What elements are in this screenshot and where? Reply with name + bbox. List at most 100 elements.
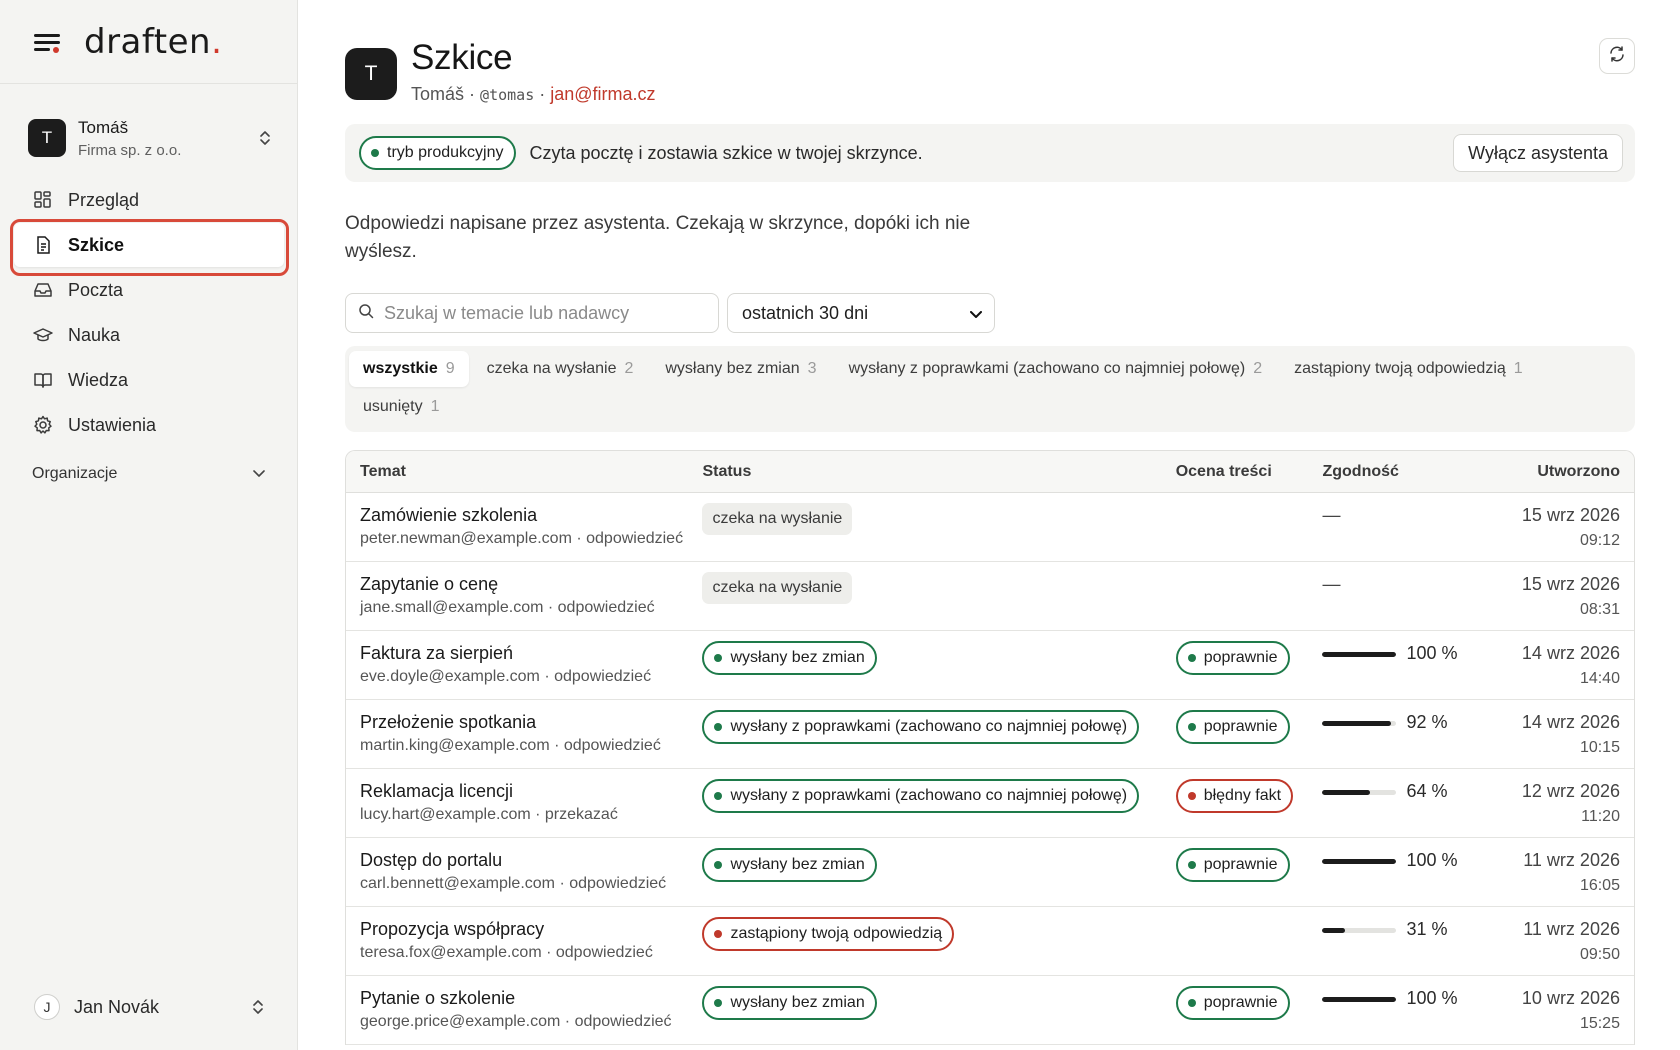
match-percent: 100 %: [1406, 643, 1458, 663]
table-row[interactable]: Zamówienie szkolenia peter.newman@exampl…: [346, 493, 1634, 562]
organizations-label: Organizacje: [32, 465, 118, 482]
row-match-cell: 64 %: [1322, 769, 1496, 837]
row-subject: Zapytanie o cenę: [360, 574, 499, 594]
row-rating-cell: poprawnie: [1175, 631, 1323, 699]
table-body: Zamówienie szkolenia peter.newman@exampl…: [346, 493, 1634, 1045]
row-match-cell: 100 %: [1322, 976, 1496, 1044]
sidebar-item-label: Przegląd: [68, 189, 140, 210]
sidebar-item-ustawienia[interactable]: Ustawienia: [14, 403, 284, 447]
row-status-cell: wysłany z poprawkami (zachowano co najmn…: [702, 700, 1175, 768]
match-bar: [1322, 721, 1397, 726]
profile-handle: @tomas: [480, 86, 535, 104]
column-header-status[interactable]: Status: [702, 463, 1175, 481]
row-time: 15:25: [1579, 1015, 1620, 1032]
match-bar-fill: [1322, 997, 1397, 1002]
page-title: Szkice: [411, 38, 513, 77]
match-percent: 100 %: [1406, 850, 1458, 870]
status-label: wysłany z poprawkami (zachowano co najmn…: [730, 787, 1128, 804]
row-date: 15 wrz 2026: [1521, 574, 1620, 594]
gear-icon: [32, 414, 54, 436]
filter-count: 2: [624, 360, 634, 377]
row-subject: Faktura za sierpień: [360, 643, 514, 663]
assistant-status-banner: tryb produkcyjny Czyta pocztę i zostawia…: [345, 124, 1635, 182]
menu-icon[interactable]: [34, 32, 60, 53]
filter-label: usunięty: [363, 398, 423, 415]
chevron-down-icon: [970, 303, 982, 324]
filter-tab-sent-unchanged[interactable]: wysłany bez zmian 3: [651, 351, 830, 387]
filter-label: zastąpiony twoją odpowiedzią: [1294, 360, 1506, 377]
status-badge: czeka na wysłanie: [702, 572, 853, 604]
rating-badge: poprawnie: [1175, 986, 1290, 1020]
rating-dot: [1187, 792, 1196, 800]
sidebar-item-nauka[interactable]: Nauka: [14, 313, 284, 357]
profile-avatar: T: [345, 48, 397, 100]
row-date: 10 wrz 2026: [1521, 988, 1620, 1008]
status-label: wysłany bez zmian: [730, 649, 865, 666]
filter-tab-sent-edited[interactable]: wysłany z poprawkami (zachowano co najmn…: [835, 351, 1277, 387]
match-bar-fill: [1322, 721, 1391, 726]
search-input[interactable]: [384, 302, 704, 324]
sidebar-item-wiedza[interactable]: Wiedza: [14, 358, 284, 402]
status-badge: wysłany bez zmian: [702, 986, 877, 1020]
table-row[interactable]: Zapytanie o cenę jane.small@example.com …: [346, 562, 1634, 631]
logo[interactable]: draften.: [84, 22, 222, 62]
match-bar-fill: [1322, 859, 1397, 864]
main-content: T Szkice Tomáš · @tomas · jan@firma.cz t…: [345, 0, 1635, 1050]
organizations-toggle[interactable]: Organizacje: [32, 465, 266, 483]
account-switcher[interactable]: T Tomáš Firma sp. z o.o.: [28, 110, 273, 166]
column-header-match[interactable]: Zgodność: [1322, 463, 1496, 481]
row-subject: Pytanie o szkolenie: [360, 988, 516, 1008]
filter-tab-deleted[interactable]: usunięty 1: [349, 389, 454, 425]
row-rating-cell: [1176, 493, 1323, 561]
row-sender: peter.newman@example.com: [360, 530, 572, 547]
row-date: 14 wrz 2026: [1521, 712, 1620, 732]
separator: ·: [539, 668, 555, 685]
filter-tab-replaced[interactable]: zastąpiony twoją odpowiedzią 1: [1280, 351, 1537, 387]
match-empty: —: [1322, 505, 1341, 525]
table-row[interactable]: Dostęp do portalu carl.bennett@example.c…: [346, 838, 1634, 907]
row-sender-line: carl.bennett@example.com · odpowiedzieć: [360, 875, 702, 893]
date-range-select[interactable]: ostatnich 30 dni: [727, 293, 995, 333]
filter-tab-all[interactable]: wszystkie 9: [349, 351, 469, 387]
column-header-subject[interactable]: Temat: [346, 463, 702, 481]
match-bar-fill: [1322, 928, 1346, 933]
table-row[interactable]: Reklamacja licencji lucy.hart@example.co…: [346, 769, 1634, 838]
row-time: 09:12: [1579, 532, 1620, 549]
user-menu[interactable]: J Jan Novák: [34, 994, 266, 1020]
column-header-created[interactable]: Utworzono: [1496, 463, 1634, 481]
table-row[interactable]: Przełożenie spotkania martin.king@exampl…: [346, 700, 1634, 769]
sidebar-item-szkice[interactable]: Szkice: [14, 223, 284, 267]
sidebar-item-poczta[interactable]: Poczta: [14, 268, 284, 312]
status-badge: czeka na wysłanie: [702, 503, 853, 535]
row-sender-line: jane.small@example.com · odpowiedzieć: [360, 599, 702, 617]
filter-tab-pending[interactable]: czeka na wysłanie 2: [473, 351, 648, 387]
status-label: wysłany z poprawkami (zachowano co najmn…: [730, 718, 1128, 735]
disable-assistant-button[interactable]: Wyłącz asystenta: [1453, 134, 1623, 172]
table-row[interactable]: Propozycja współpracy teresa.fox@example…: [346, 907, 1634, 976]
rating-badge: poprawnie: [1175, 710, 1290, 744]
filter-label: wysłany z poprawkami (zachowano co najmn…: [848, 360, 1246, 377]
row-action: odpowiedzieć: [555, 944, 653, 961]
search-icon: [358, 303, 374, 324]
production-mode-badge: tryb produkcyjny: [359, 136, 516, 170]
row-sender-line: martin.king@example.com · odpowiedzieć: [360, 737, 702, 755]
refresh-icon: [1608, 45, 1626, 68]
column-header-rating[interactable]: Ocena treści: [1176, 463, 1323, 481]
table-row[interactable]: Faktura za sierpień eve.doyle@example.co…: [346, 631, 1634, 700]
match-bar-fill: [1322, 790, 1370, 795]
row-action: przekazać: [544, 806, 618, 823]
row-subject: Zamówienie szkolenia: [360, 505, 538, 525]
status-dot: [714, 654, 723, 662]
production-mode-label: tryb produkcyjny: [387, 144, 504, 161]
search-box[interactable]: [345, 293, 719, 333]
status-badge: wysłany z poprawkami (zachowano co najmn…: [702, 710, 1140, 744]
row-rating-cell: poprawnie: [1175, 838, 1323, 906]
profile-email[interactable]: jan@firma.cz: [550, 84, 655, 104]
match-bar-fill: [1322, 652, 1397, 657]
separator: ·: [555, 875, 570, 892]
refresh-button[interactable]: [1599, 38, 1635, 74]
row-sender: martin.king@example.com: [360, 737, 550, 754]
sidebar-item-przeglad[interactable]: Przegląd: [14, 178, 284, 222]
table-row[interactable]: Pytanie o szkolenie george.price@example…: [346, 976, 1634, 1045]
filter-count: 1: [1513, 360, 1523, 377]
